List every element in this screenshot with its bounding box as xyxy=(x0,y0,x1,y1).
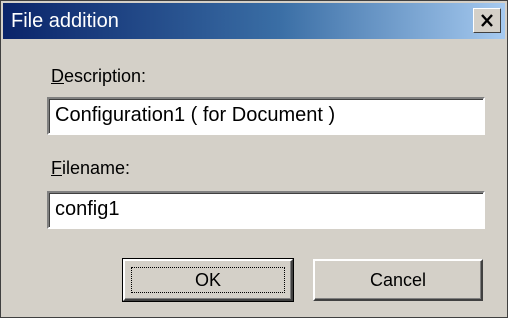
description-label-accelerator: D xyxy=(51,66,64,86)
file-addition-dialog: File addition Description: Configuration… xyxy=(0,0,508,318)
ok-button[interactable]: OK xyxy=(122,258,294,302)
close-icon xyxy=(481,14,493,27)
window-title: File addition xyxy=(11,10,119,32)
filename-label-text: ilename: xyxy=(62,158,131,178)
filename-label-accelerator: F xyxy=(51,158,62,178)
title-bar[interactable]: File addition xyxy=(3,3,505,39)
filename-input[interactable]: config1 xyxy=(47,191,485,229)
description-label-text: escription: xyxy=(64,66,147,86)
cancel-button[interactable]: Cancel xyxy=(313,259,483,301)
filename-label: Filename: xyxy=(51,157,130,179)
description-label: Description: xyxy=(51,65,146,87)
description-input[interactable]: Configuration1 ( for Document ) xyxy=(47,97,485,135)
cancel-button-label: Cancel xyxy=(369,269,427,290)
close-button[interactable] xyxy=(473,8,501,33)
focus-rectangle xyxy=(131,267,285,293)
